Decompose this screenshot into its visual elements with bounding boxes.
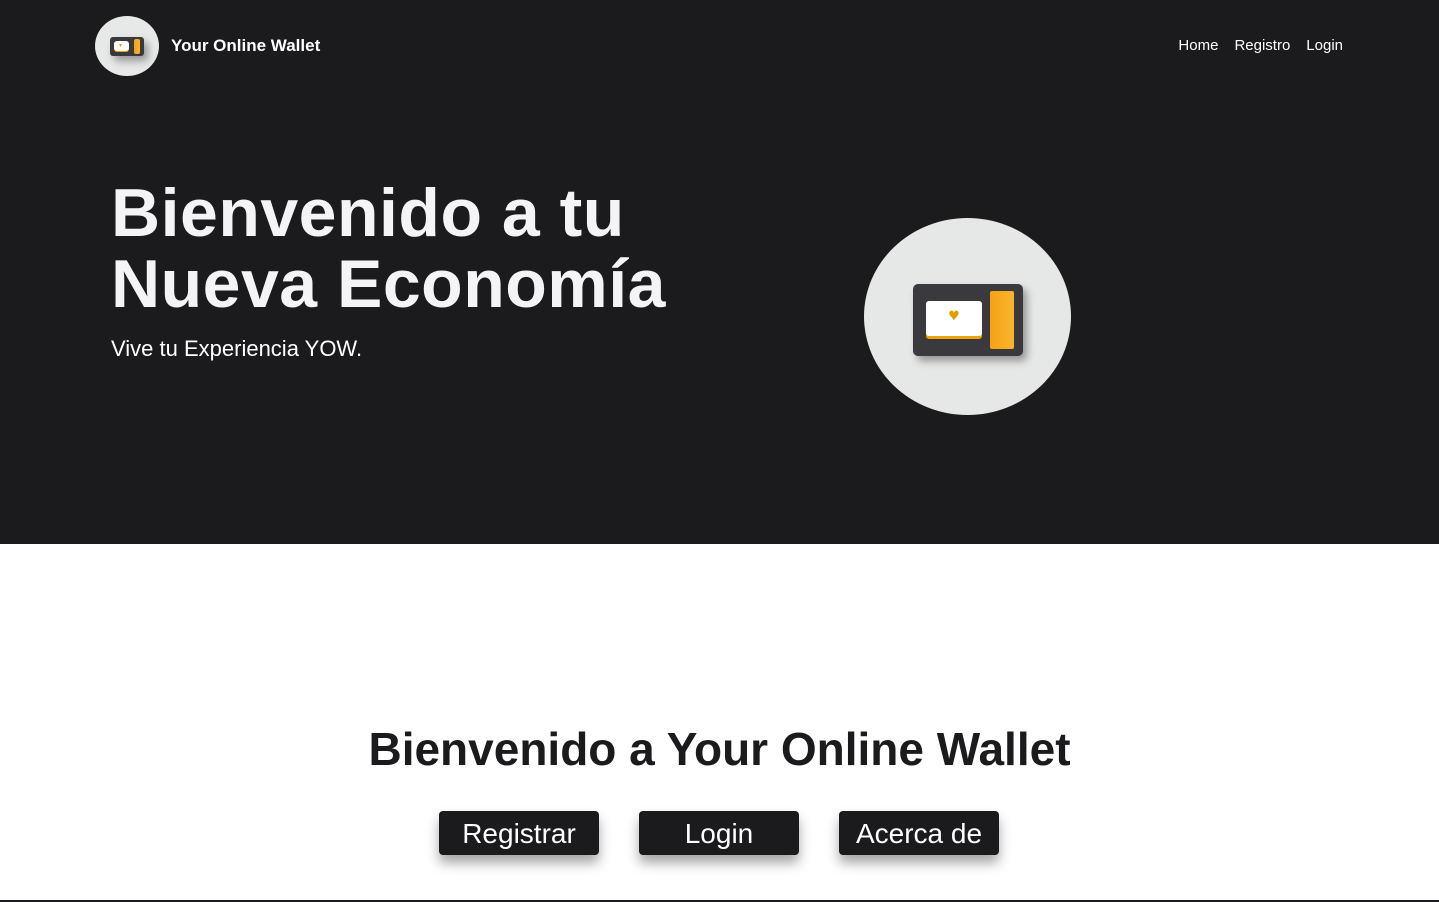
hero-title: Bienvenido a tu Nueva Economía — [111, 178, 751, 320]
nav-registro[interactable]: Registro — [1234, 37, 1290, 54]
nav-login[interactable]: Login — [1306, 37, 1343, 54]
wallet-illustration-icon: ♥ — [864, 218, 1071, 415]
hero-title-line1: Bienvenido a tu — [111, 175, 625, 251]
wallet-icon: ▾ — [95, 16, 159, 76]
acerca-de-button[interactable]: Acerca de — [839, 811, 999, 855]
top-nav: Home Registro Login — [1178, 37, 1343, 54]
hero-section: ▾ Your Online Wallet Home Registro Login… — [0, 0, 1439, 544]
welcome-title: Bienvenido a Your Online Wallet — [368, 723, 1071, 775]
hero-subtitle: Vive tu Experiencia YOW. — [111, 336, 363, 361]
registrar-button[interactable]: Registrar — [439, 811, 599, 855]
hero-title-line2: Nueva Economía — [111, 246, 666, 322]
brand-name: Your Online Wallet — [171, 36, 321, 55]
login-button[interactable]: Login — [639, 811, 799, 855]
brand-link[interactable]: ▾ Your Online Wallet — [95, 16, 320, 76]
nav-home[interactable]: Home — [1178, 37, 1218, 54]
